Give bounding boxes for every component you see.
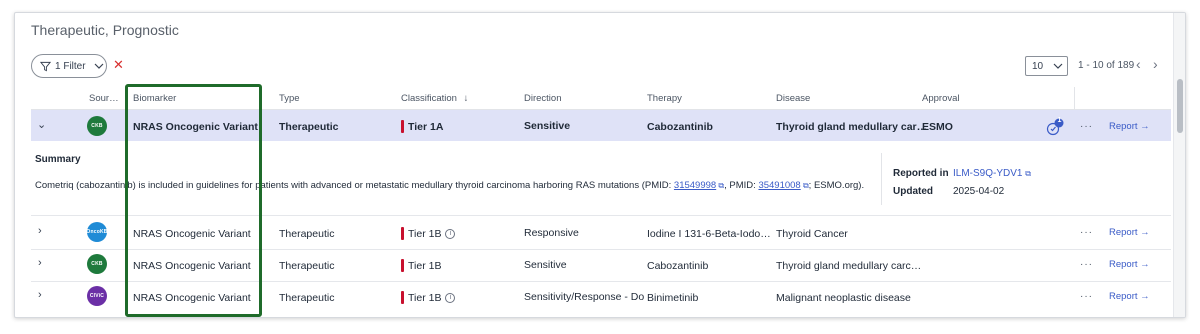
tier-label: Tier 1A [408, 120, 444, 133]
classification-cell: Tier 1B i [401, 291, 456, 304]
previous-page-button[interactable]: ‹ [1136, 57, 1141, 71]
updated-label: Updated [893, 186, 933, 197]
report-link[interactable]: Report → [1109, 121, 1150, 132]
next-page-button[interactable]: › [1153, 57, 1158, 71]
report-link[interactable]: Report → [1109, 291, 1150, 302]
biomarker-cell: NRAS Oncogenic Variant [133, 292, 251, 304]
source-badge: CKB [87, 116, 107, 136]
disease-cell: Malignant neoplastic disease [776, 292, 911, 304]
type-cell: Therapeutic [279, 228, 335, 240]
biomarker-cell: NRAS Oncogenic Variant [133, 260, 251, 272]
classification-cell: Tier 1B [401, 259, 441, 272]
row-divider [31, 215, 1171, 216]
biomarker-cell: NRAS Oncogenic Variant [133, 121, 258, 133]
tier-indicator [401, 259, 404, 272]
tier-label: Tier 1B [408, 291, 442, 304]
external-link-icon: ⧉ [716, 181, 725, 190]
summary-text-part: Cometriq (cabozantinib) is included in g… [35, 180, 674, 191]
therapy-cell: Iodine I 131-6-Beta-Iodo… [647, 228, 771, 240]
column-header-classification[interactable]: Classification ↓ [401, 93, 468, 104]
chevron-down-icon [94, 63, 103, 69]
filter-icon [40, 61, 51, 71]
type-cell: Therapeutic [279, 260, 335, 272]
more-options-button[interactable]: ··· [1080, 121, 1093, 132]
tier-indicator [401, 227, 404, 240]
type-cell: Therapeutic [279, 121, 339, 133]
approval-cell: ESMO [922, 121, 953, 133]
therapy-cell: Cabozantinib [647, 260, 709, 272]
scrollbar-thumb[interactable] [1177, 79, 1183, 133]
external-link-icon: ⧉ [1025, 169, 1031, 178]
reported-in-label: Reported in [893, 168, 949, 179]
expand-chevron-icon[interactable]: › [38, 257, 42, 269]
summary-text-part: , PMID: [724, 180, 759, 191]
row-divider [31, 281, 1171, 282]
column-header-source[interactable]: Sour… [89, 93, 119, 104]
summary-title: Summary [35, 154, 81, 165]
reported-in-link[interactable]: ILM-S9Q-YDV1 [953, 168, 1022, 179]
row-divider [31, 249, 1171, 250]
panel-title: Therapeutic, Prognostic [31, 22, 179, 38]
direction-cell: Sensitive [524, 259, 567, 271]
pagination-range: 1 - 10 of 189 [1078, 60, 1135, 71]
direction-cell: Responsive [524, 227, 579, 239]
expand-chevron-icon[interactable]: › [38, 289, 42, 301]
column-header-disease[interactable]: Disease [776, 93, 810, 104]
column-header-therapy[interactable]: Therapy [647, 93, 682, 104]
more-options-button[interactable]: ··· [1080, 291, 1093, 302]
pmid-link[interactable]: 35491008 [758, 180, 800, 191]
chevron-down-icon [1053, 63, 1063, 69]
report-link[interactable]: Report → [1109, 259, 1150, 270]
more-options-button[interactable]: ··· [1080, 259, 1093, 270]
collapse-chevron-icon[interactable]: ⌄ [37, 118, 46, 131]
tier-indicator [401, 291, 404, 304]
info-icon[interactable]: i [445, 292, 456, 303]
expand-chevron-icon[interactable]: › [38, 225, 42, 237]
sort-descending-icon: ↓ [463, 93, 469, 104]
type-cell: Therapeutic [279, 292, 335, 304]
filter-button[interactable]: 1 Filter [31, 54, 107, 78]
classification-cell: Tier 1A [401, 120, 443, 133]
disease-cell: Thyroid gland medullary carc… [776, 260, 922, 272]
therapy-cell: Cabozantinib [647, 121, 713, 133]
tier-indicator [401, 120, 404, 133]
page-size-value: 10 [1032, 60, 1044, 72]
classification-cell: Tier 1B i [401, 227, 456, 240]
disease-cell: Thyroid gland medullary car… [776, 121, 928, 133]
external-link-icon: ⧉ [800, 181, 809, 190]
more-options-button[interactable]: ··· [1080, 227, 1093, 238]
classification-label: Classification [401, 93, 457, 104]
source-badge: CIViC [87, 286, 107, 306]
detail-divider [881, 153, 882, 205]
tier-label: Tier 1B [408, 227, 442, 240]
approval-count-badge: 1 [1057, 117, 1062, 124]
source-badge: OncoKB [86, 222, 107, 242]
report-link[interactable]: Report → [1109, 227, 1150, 238]
disease-cell: Thyroid Cancer [776, 228, 848, 240]
results-panel: Therapeutic, Prognostic 1 Filter ✕ 10 1 … [14, 12, 1186, 318]
pmid-link[interactable]: 31549998 [674, 180, 716, 191]
clear-filter-icon[interactable]: ✕ [113, 57, 124, 73]
column-header-approval[interactable]: Approval [922, 93, 960, 104]
summary-text-part: ; ESMO.org). [808, 180, 865, 191]
summary-text: Cometriq (cabozantinib) is included in g… [35, 180, 864, 191]
column-header-direction[interactable]: Direction [524, 93, 562, 104]
direction-cell: Sensitivity/Response - Do [524, 291, 645, 303]
column-header-type[interactable]: Type [279, 93, 300, 104]
info-icon[interactable]: i [445, 228, 456, 239]
approval-count-icon[interactable]: 1 [1045, 117, 1065, 141]
therapy-cell: Binimetinib [647, 292, 699, 304]
biomarker-cell: NRAS Oncogenic Variant [133, 228, 251, 240]
source-badge: CKB [87, 254, 107, 274]
updated-value: 2025-04-02 [953, 186, 1005, 197]
direction-cell: Sensitive [524, 120, 571, 132]
tier-label: Tier 1B [408, 259, 442, 272]
scrollbar[interactable] [1173, 13, 1185, 317]
reported-in-value[interactable]: ILM-S9Q-YDV1 ⧉ [953, 168, 1031, 179]
page-size-select[interactable]: 10 [1025, 56, 1068, 76]
column-header-biomarker[interactable]: Biomarker [133, 93, 176, 104]
filter-label: 1 Filter [55, 60, 86, 72]
